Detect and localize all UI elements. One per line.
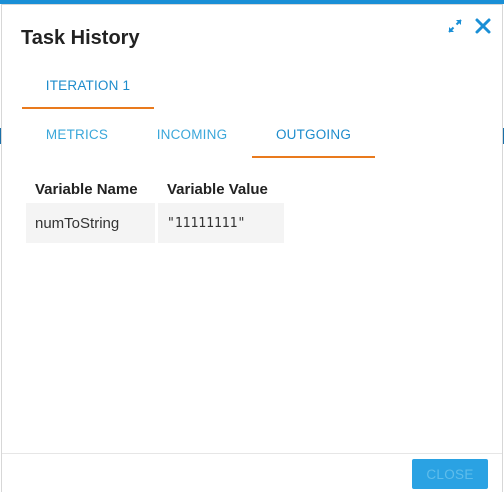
column-header-variable-name: Variable Name <box>35 181 138 198</box>
close-button[interactable]: CLOSE <box>412 459 488 489</box>
expand-icon <box>448 19 462 33</box>
close-icon <box>475 18 491 34</box>
dialog-title: Task History <box>21 27 140 49</box>
active-tab-indicator <box>22 107 154 109</box>
tab-iteration-1[interactable]: ITERATION 1 <box>22 78 154 93</box>
tab-incoming[interactable]: INCOMING <box>142 127 242 142</box>
tab-metrics[interactable]: METRICS <box>30 127 124 142</box>
table-header-row: Variable Name Variable Value <box>26 177 284 203</box>
active-subtab-indicator <box>252 156 375 158</box>
variable-value-cell: "11111111" <box>158 203 284 243</box>
variable-name-cell: numToString <box>26 203 155 243</box>
column-header-variable-value: Variable Value <box>167 181 268 198</box>
expand-button[interactable] <box>447 18 463 34</box>
dialog-footer: CLOSE <box>2 453 502 492</box>
task-history-dialog: Task History ITERATION 1 METRICS INCOMIN… <box>1 4 503 492</box>
table-row: numToString "11111111" <box>26 203 284 243</box>
variables-table: Variable Name Variable Value numToString… <box>23 177 287 243</box>
tab-outgoing[interactable]: OUTGOING <box>252 127 375 142</box>
close-x-button[interactable] <box>474 17 492 35</box>
